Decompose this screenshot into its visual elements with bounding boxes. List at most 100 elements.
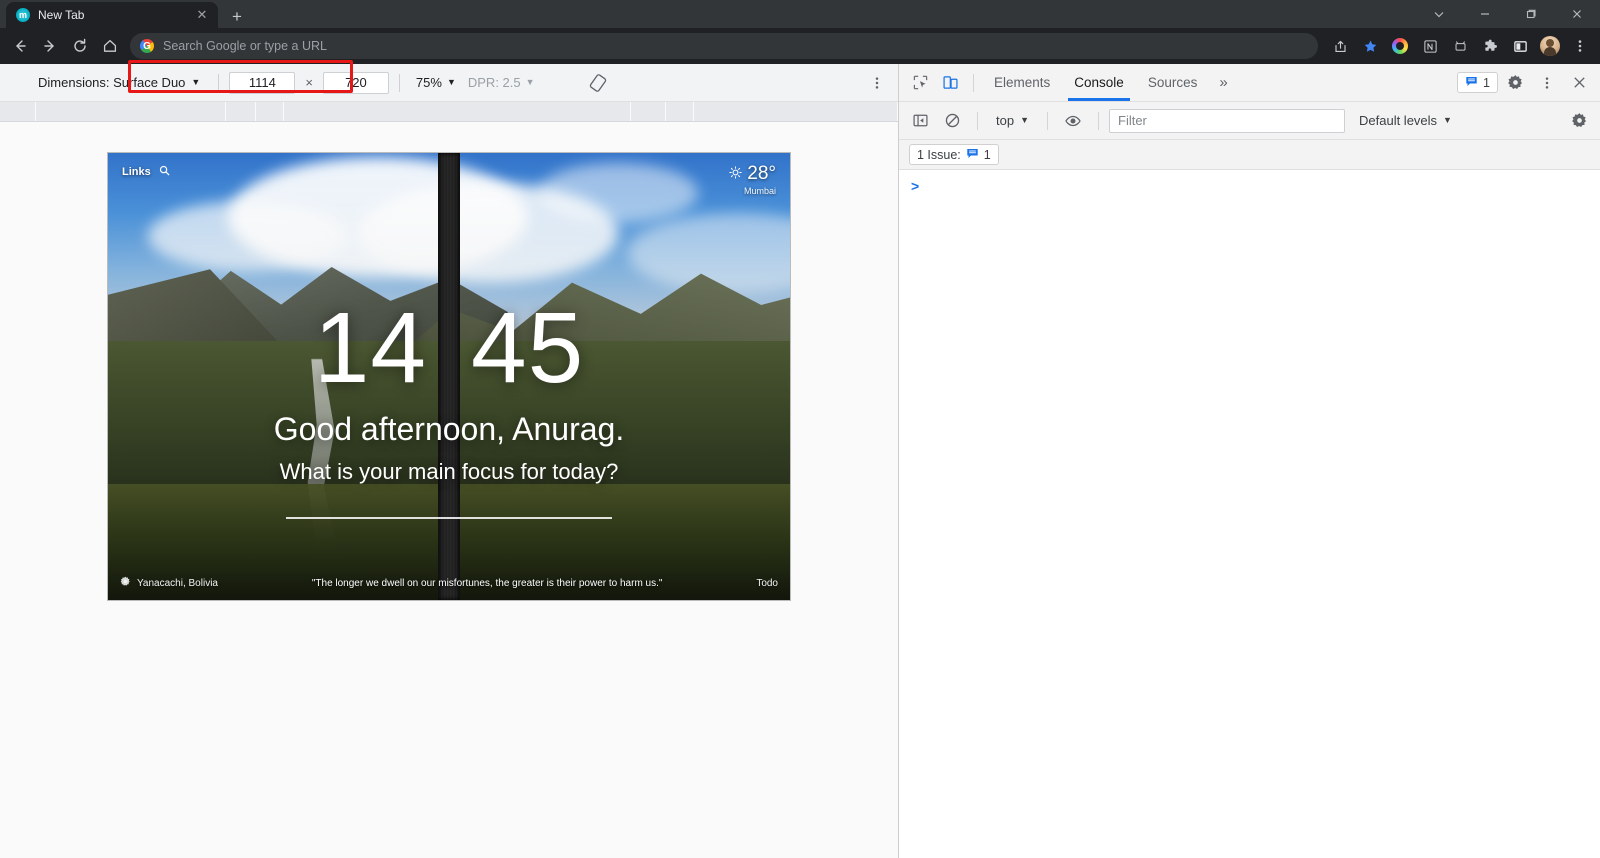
profile-avatar-icon[interactable]	[1536, 32, 1564, 60]
issues-summary-label: 1 Issue:	[917, 147, 961, 162]
chevron-down-icon: ▼	[191, 77, 201, 87]
emulated-device-frame[interactable]: Links 28° Mumbai 14 45 Good afternoon, A…	[108, 153, 790, 600]
chevron-down-icon: ▼	[1443, 115, 1452, 125]
zoom-dropdown[interactable]: 75% ▼	[410, 72, 462, 93]
browser-tab[interactable]: m New Tab ✕	[6, 2, 218, 28]
new-tab-button[interactable]: +	[232, 8, 242, 25]
device-dimensions-label: Dimensions: Surface Duo	[38, 75, 186, 90]
clock-minutes: 45	[471, 292, 585, 404]
inspect-element-icon[interactable]	[905, 68, 935, 98]
sun-icon	[729, 163, 742, 185]
close-icon[interactable]: ✕	[194, 7, 210, 23]
divider	[1098, 111, 1099, 130]
links-button[interactable]: Links	[122, 165, 170, 179]
tab-label: Sources	[1147, 75, 1198, 90]
device-toolbar: Dimensions: Surface Duo ▼ 1114 × 720 75%…	[0, 64, 898, 102]
tab-sources[interactable]: Sources	[1136, 64, 1210, 101]
tab-label: Console	[1074, 75, 1124, 90]
issues-badge[interactable]: 1	[1457, 72, 1498, 93]
back-arrow-icon[interactable]	[6, 32, 34, 60]
home-icon[interactable]	[96, 32, 124, 60]
divider	[973, 73, 974, 92]
chevron-down-icon: ▼	[1020, 115, 1029, 125]
new-tab-page-content: Links 28° Mumbai 14 45 Good afternoon, A…	[108, 153, 790, 600]
devtools-tabbar-actions: 1	[1457, 68, 1594, 98]
console-sidebar-icon[interactable]	[905, 106, 935, 136]
extension-small-icon[interactable]	[1446, 32, 1474, 60]
extension-color-icon[interactable]	[1386, 32, 1414, 60]
page-footer: Yanacachi, Bolivia "The longer we dwell …	[108, 576, 790, 590]
device-toolbar-more-options-icon[interactable]	[864, 70, 890, 96]
log-levels-dropdown[interactable]: Default levels ▼	[1359, 113, 1452, 128]
photo-location-label: Yanacachi, Bolivia	[137, 577, 218, 589]
chrome-menu-icon[interactable]	[1566, 32, 1594, 60]
bookmark-star-icon[interactable]	[1356, 32, 1384, 60]
viewport-ruler	[0, 102, 898, 122]
divider	[218, 73, 220, 92]
gear-icon[interactable]	[1500, 68, 1530, 98]
rotate-device-icon[interactable]	[585, 70, 611, 96]
chrome-window: m New Tab ✕ + G Search Google or type a …	[0, 0, 1600, 858]
issues-summary-button[interactable]: 1 Issue: 1	[909, 144, 999, 165]
avatar	[1540, 36, 1560, 56]
address-bar-placeholder: Search Google or type a URL	[163, 39, 327, 53]
emulated-viewport-area: Links 28° Mumbai 14 45 Good afternoon, A…	[0, 122, 898, 858]
address-bar[interactable]: Search Google or type a URL	[130, 33, 1318, 59]
devtools-tabbar: Elements Console Sources » 1	[899, 64, 1600, 102]
photo-location[interactable]: Yanacachi, Bolivia	[120, 576, 218, 590]
devtools-panel: Elements Console Sources » 1 top ▼ Filte…	[898, 64, 1600, 858]
device-toolbar-icon[interactable]	[935, 68, 965, 98]
search-icon[interactable]	[159, 165, 170, 179]
links-label: Links	[122, 166, 151, 178]
device-emulation-pane: Dimensions: Surface Duo ▼ 1114 × 720 75%…	[0, 64, 898, 858]
share-icon[interactable]	[1326, 32, 1354, 60]
window-close-icon[interactable]	[1554, 0, 1600, 28]
content-split: Dimensions: Surface Duo ▼ 1114 × 720 75%…	[0, 64, 1600, 858]
issues-summary-count: 1	[983, 147, 991, 162]
forward-arrow-icon[interactable]	[36, 32, 64, 60]
close-icon[interactable]	[1564, 68, 1594, 98]
console-settings-icon[interactable]	[1564, 106, 1594, 136]
console-filter-input[interactable]	[1109, 108, 1345, 133]
viewport-width-input[interactable]: 1114	[229, 71, 296, 94]
window-controls	[1416, 0, 1600, 28]
quote-text: "The longer we dwell on our misfortunes,…	[311, 577, 663, 589]
divider	[977, 111, 978, 130]
tab-console[interactable]: Console	[1062, 64, 1136, 101]
notion-icon[interactable]	[1416, 32, 1444, 60]
console-output[interactable]: >	[899, 170, 1600, 858]
browser-toolbar: Search Google or type a URL	[0, 28, 1600, 64]
more-options-icon[interactable]	[1532, 68, 1562, 98]
maximize-icon[interactable]	[1508, 0, 1554, 28]
clear-console-icon[interactable]	[937, 106, 967, 136]
dpr-dropdown[interactable]: DPR: 2.5 ▼	[462, 72, 541, 93]
issue-icon	[1465, 75, 1478, 90]
focus-prompt[interactable]: What is your main focus for today?	[108, 459, 790, 485]
puzzle-extensions-icon[interactable]	[1476, 32, 1504, 60]
tab-elements[interactable]: Elements	[982, 64, 1062, 101]
console-toolbar: top ▼ Default levels ▼	[899, 102, 1600, 140]
gear-icon[interactable]	[120, 576, 131, 590]
chevron-down-icon: ▼	[525, 77, 535, 87]
live-expression-icon[interactable]	[1058, 106, 1088, 136]
weather-widget[interactable]: 28° Mumbai	[729, 163, 776, 196]
toolbar-actions	[1326, 32, 1594, 60]
execution-context-label: top	[996, 113, 1015, 128]
reload-icon[interactable]	[66, 32, 94, 60]
todo-button[interactable]: Todo	[756, 578, 778, 589]
minimize-icon[interactable]	[1462, 0, 1508, 28]
dimension-separator: ×	[305, 75, 313, 90]
side-panel-icon[interactable]	[1506, 32, 1534, 60]
focus-input-underline	[286, 517, 612, 519]
clock: 14 45	[108, 298, 790, 398]
execution-context-dropdown[interactable]: top ▼	[988, 113, 1037, 128]
circle-m-icon: m	[16, 8, 30, 22]
prompt-chevron-icon: >	[911, 178, 920, 194]
device-dimensions-dropdown[interactable]: Dimensions: Surface Duo ▼	[30, 72, 208, 93]
chevron-down-icon[interactable]	[1416, 0, 1462, 28]
more-tabs-button[interactable]: »	[1209, 74, 1237, 91]
console-prompt[interactable]: >	[911, 178, 1588, 194]
viewport-height-input[interactable]: 720	[322, 71, 389, 94]
issues-count: 1	[1483, 75, 1490, 90]
issue-icon	[966, 147, 979, 162]
